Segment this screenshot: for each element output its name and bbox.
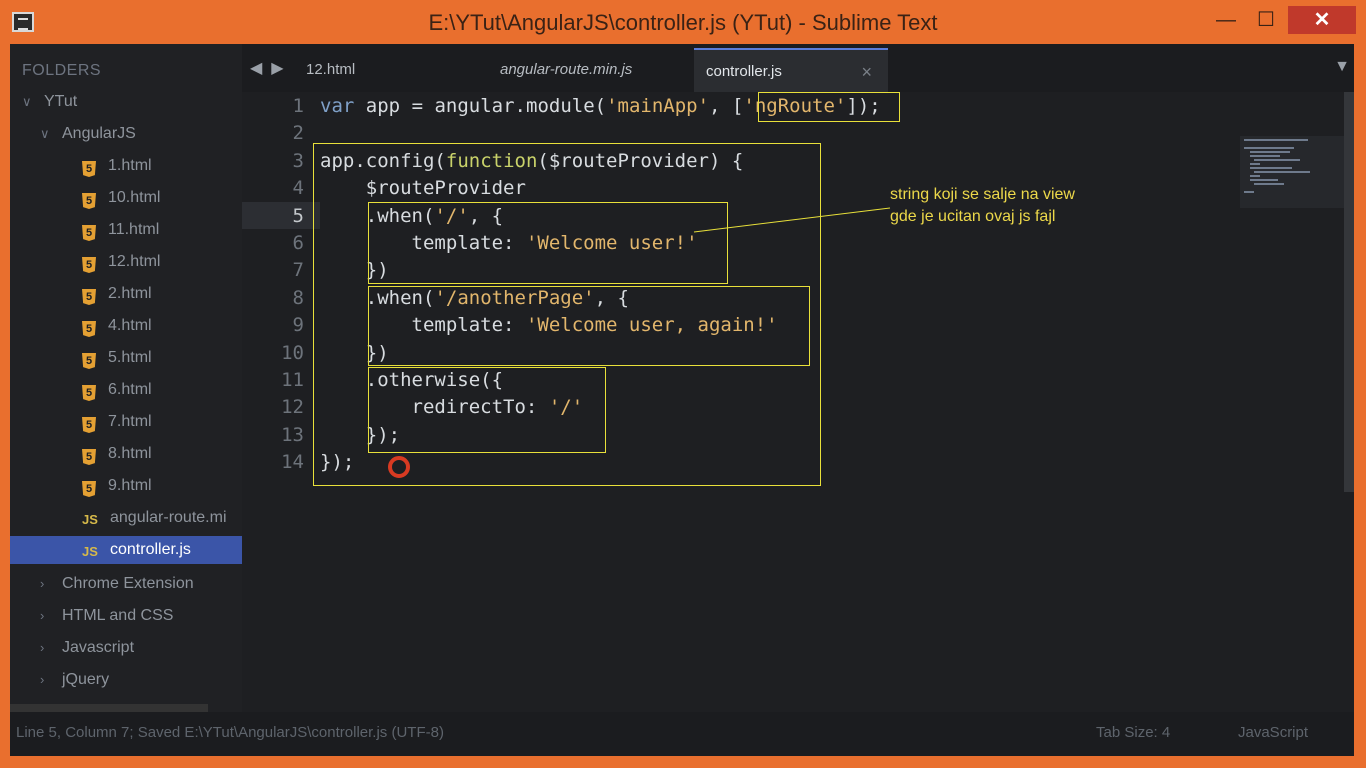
chevron-right-icon: › — [40, 576, 45, 591]
html5-file-icon: 5 — [82, 353, 96, 369]
html5-file-icon: 5 — [82, 385, 96, 401]
title-bar[interactable]: E:\YTut\AngularJS\controller.js (YTut) -… — [0, 0, 1366, 44]
sidebar: FOLDERS ∨ YTut ∨ AngularJS 5 1.html 5 10.html… — [10, 44, 242, 712]
tab-nav: ◀ ▶ — [250, 58, 284, 78]
tab-prev-icon[interactable]: ◀ — [250, 60, 262, 77]
sidebar-file-item[interactable]: 5 1.html — [82, 152, 152, 180]
sidebar-file-item[interactable]: 5 10.html — [82, 184, 160, 212]
tree-label: AngularJS — [62, 125, 136, 142]
file-label: 11.html — [108, 221, 160, 238]
tab-controller-js[interactable]: controller.js × — [694, 48, 888, 92]
code-editor[interactable]: 1 2 3 4 5 6 7 8 9 10 11 12 13 14 var app = angular.mo… — [242, 92, 1354, 712]
sidebar-file-item[interactable]: 5 2.html — [82, 280, 152, 308]
minimize-button[interactable]: — — [1206, 6, 1246, 34]
file-label: 10.html — [108, 189, 161, 206]
tree-label: YTut — [44, 93, 78, 110]
tab-label: controller.js — [706, 63, 782, 80]
html5-file-icon: 5 — [82, 481, 96, 497]
status-syntax[interactable]: JavaScript — [1238, 724, 1308, 741]
chevron-down-icon: ∨ — [22, 94, 32, 109]
tab-label: 12.html — [306, 61, 356, 78]
file-label: 7.html — [108, 413, 152, 430]
mouse-cursor-highlight-icon — [388, 456, 410, 478]
html5-file-icon: 5 — [82, 321, 96, 337]
tab-close-icon[interactable]: × — [861, 50, 872, 94]
folder-label: Javascript — [62, 639, 135, 656]
sidebar-file-item[interactable]: JS controller.js — [10, 536, 242, 564]
sidebar-file-item[interactable]: 5 11.html — [82, 216, 159, 244]
sidebar-file-item[interactable]: 5 9.html — [82, 472, 152, 500]
file-label: 9.html — [108, 477, 152, 494]
folder-label: HTML and CSS — [62, 607, 174, 624]
tab-label: angular-route.min.js — [500, 61, 633, 78]
sidebar-file-item[interactable]: 5 6.html — [82, 376, 152, 404]
close-button[interactable]: ✕ — [1288, 6, 1356, 34]
folders-header: FOLDERS — [22, 62, 102, 79]
tree-folder-root[interactable]: ∨ YTut — [22, 88, 77, 116]
file-label: angular-route.mi — [110, 509, 227, 526]
annotation-pointer-line — [693, 207, 891, 233]
tab-angular-route[interactable]: angular-route.min.js — [500, 48, 690, 92]
minimap[interactable] — [1240, 136, 1350, 208]
tab-bar: ◀ ▶ 12.html angular-route.min.js control… — [242, 44, 1354, 92]
sidebar-file-item[interactable]: 5 5.html — [82, 344, 152, 372]
sidebar-file-item[interactable]: 5 4.html — [82, 312, 152, 340]
file-label: 6.html — [108, 381, 152, 398]
sidebar-folder-item[interactable]: › Javascript — [40, 634, 134, 662]
sidebar-file-item[interactable]: JS angular-route.mi — [82, 504, 227, 532]
chevron-right-icon: › — [40, 672, 45, 687]
file-label: 1.html — [108, 157, 152, 174]
file-label: controller.js — [110, 541, 191, 558]
file-label: 5.html — [108, 349, 152, 366]
html5-file-icon: 5 — [82, 225, 96, 241]
file-label: 12.html — [108, 253, 161, 270]
sidebar-scrollbar[interactable] — [10, 704, 208, 712]
sidebar-file-item[interactable]: 5 7.html — [82, 408, 152, 436]
maximize-button[interactable]: ☐ — [1246, 6, 1286, 34]
status-bar: Line 5, Column 7; Saved E:\YTut\AngularJ… — [10, 712, 1354, 756]
window-title: E:\YTut\AngularJS\controller.js (YTut) -… — [428, 10, 938, 35]
js-file-icon: JS — [82, 544, 98, 559]
sidebar-file-item[interactable]: 5 12.html — [82, 248, 160, 276]
tree-folder-angularjs[interactable]: ∨ AngularJS — [40, 120, 136, 148]
tab-next-icon[interactable]: ▶ — [271, 60, 283, 77]
client-area: FOLDERS ∨ YTut ∨ AngularJS 5 1.html 5 10.html… — [10, 44, 1354, 756]
folder-label: Chrome Extension — [62, 575, 194, 592]
file-label: 4.html — [108, 317, 152, 334]
html5-file-icon: 5 — [82, 193, 96, 209]
chevron-right-icon: › — [40, 640, 45, 655]
html5-file-icon: 5 — [82, 161, 96, 177]
html5-file-icon: 5 — [82, 257, 96, 273]
tab-12-html[interactable]: 12.html — [306, 48, 486, 92]
status-position: Line 5, Column 7; Saved E:\YTut\AngularJ… — [16, 724, 444, 741]
app-window: E:\YTut\AngularJS\controller.js (YTut) -… — [0, 0, 1366, 768]
sidebar-folder-item[interactable]: › Chrome Extension — [40, 570, 194, 598]
js-file-icon: JS — [82, 512, 98, 527]
html5-file-icon: 5 — [82, 449, 96, 465]
file-label: 8.html — [108, 445, 152, 462]
sidebar-file-item[interactable]: 5 8.html — [82, 440, 152, 468]
chevron-right-icon: › — [40, 608, 45, 623]
annotation-note: string koji se salje na view gde je ucit… — [890, 186, 1075, 225]
sidebar-folder-item[interactable]: › HTML and CSS — [40, 602, 173, 630]
chevron-down-icon: ∨ — [40, 126, 50, 141]
html5-file-icon: 5 — [82, 417, 96, 433]
sidebar-folder-item[interactable]: › jQuery — [40, 666, 109, 694]
html5-file-icon: 5 — [82, 289, 96, 305]
file-label: 2.html — [108, 285, 152, 302]
vertical-scrollbar[interactable] — [1344, 92, 1354, 492]
status-tab-size[interactable]: Tab Size: 4 — [1096, 724, 1170, 741]
folder-label: jQuery — [62, 671, 110, 688]
tab-dropdown-icon[interactable]: ▼ — [1334, 58, 1350, 76]
